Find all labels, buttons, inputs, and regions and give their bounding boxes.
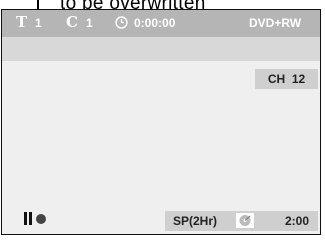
status-bar: T 1 C 1 0:00:00 DVD+RW <box>2 10 320 37</box>
record-mode: SP(2Hr) <box>173 214 218 228</box>
chapter-number: 1 <box>86 16 93 30</box>
title-number: 1 <box>35 16 42 30</box>
chapter-icon: C <box>66 13 78 31</box>
osd-screen: T 1 C 1 0:00:00 DVD+RW CH 12 SP(2Hr) 2:0… <box>1 9 321 235</box>
channel-badge: CH 12 <box>255 69 318 89</box>
channel-label: CH <box>267 72 286 86</box>
pause-icon <box>24 212 27 225</box>
info-strip <box>2 37 320 61</box>
channel-number: 12 <box>291 72 306 86</box>
elapsed-time: 0:00:00 <box>134 16 176 30</box>
record-icon <box>36 214 46 224</box>
pause-icon-bar <box>29 212 32 225</box>
clock-icon <box>115 16 128 29</box>
record-info-bar: SP(2Hr) 2:00 <box>165 211 318 231</box>
remaining-time: 2:00 <box>285 214 310 228</box>
disc-type: DVD+RW <box>249 16 302 30</box>
disc-icon <box>236 213 254 228</box>
title-icon: T <box>16 13 28 31</box>
